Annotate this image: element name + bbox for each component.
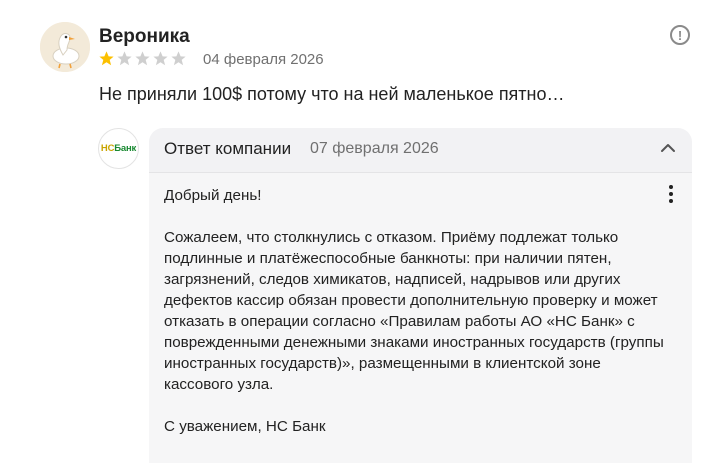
star-icon: [117, 51, 132, 66]
company-logo-text: НСБанк: [101, 143, 136, 154]
review-text: Не приняли 100$ потому что на ней малень…: [99, 84, 565, 104]
logo-ns: НС: [100, 143, 115, 154]
company-reply-card: Ответ компании 07 февраля 2026 Добрый де…: [149, 128, 692, 463]
star-icon: [135, 51, 150, 66]
exclamation-circle-icon[interactable]: !: [670, 25, 690, 45]
star-icon: [99, 51, 114, 66]
reply-body: Добрый день! Сожалеем, что столкнулись с…: [149, 172, 692, 463]
star-icon: [153, 51, 168, 66]
company-logo[interactable]: НСБанк: [98, 128, 139, 169]
author-avatar[interactable]: [40, 22, 90, 72]
goose-avatar-icon: [40, 22, 90, 72]
reply-date: 07 февраля 2026: [310, 140, 439, 157]
star-icon: [171, 51, 186, 66]
review-date: 04 февраля 2026: [203, 51, 324, 68]
chevron-up-icon[interactable]: [659, 141, 677, 155]
kebab-menu-icon[interactable]: [668, 185, 674, 205]
reply-title[interactable]: Ответ компании: [164, 139, 291, 159]
logo-bank: Банк: [114, 143, 137, 154]
reply-text: Добрый день! Сожалеем, что столкнулись с…: [164, 187, 664, 435]
rating-stars: [98, 50, 187, 68]
author-name[interactable]: Вероника: [99, 26, 190, 48]
